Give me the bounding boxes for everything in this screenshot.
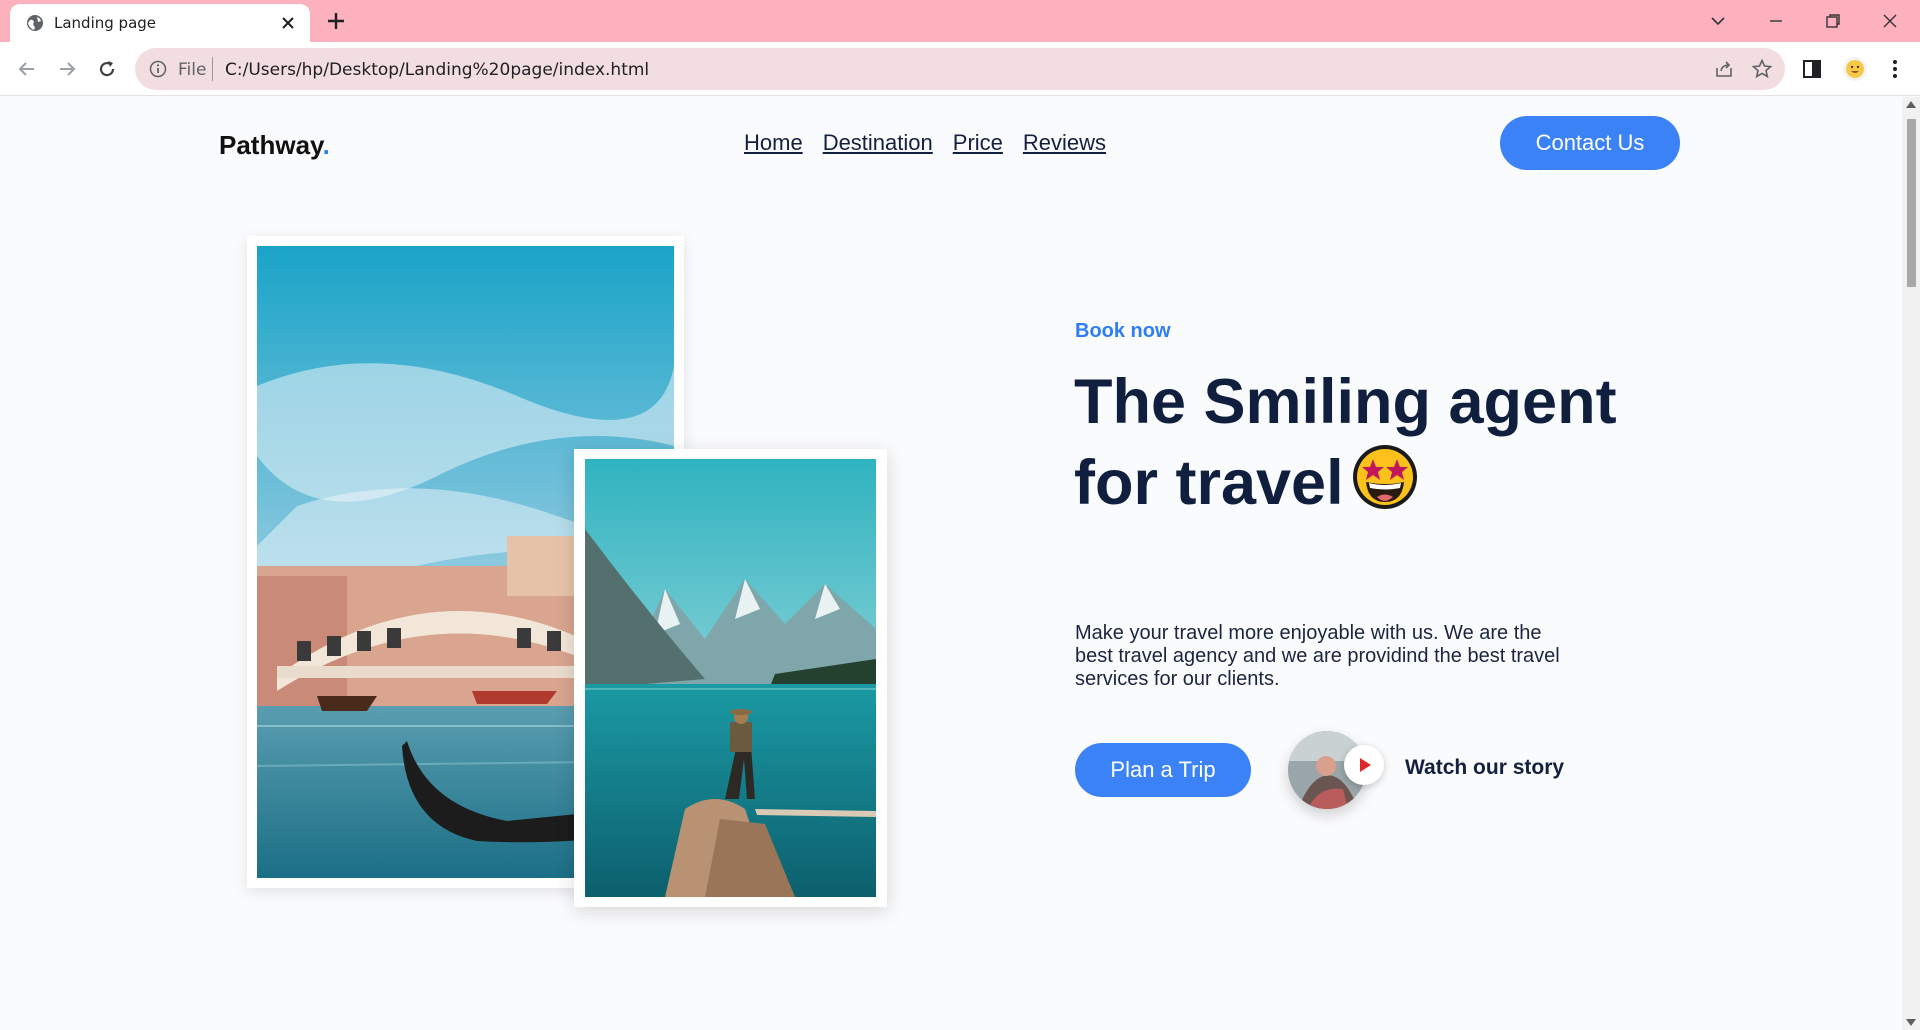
watch-story-label: Watch our story: [1405, 756, 1565, 779]
star-icon[interactable]: [1751, 58, 1773, 80]
more-menu-icon[interactable]: [1882, 56, 1908, 82]
forward-icon[interactable]: [55, 57, 79, 81]
restore-icon[interactable]: [1821, 9, 1845, 33]
omnibox[interactable]: File C:/Users/hp/Desktop/Landing%20page/…: [135, 48, 1785, 90]
scroll-up-arrow-icon[interactable]: [1906, 101, 1916, 108]
globe-icon: [27, 15, 43, 31]
close-window-icon[interactable]: [1878, 9, 1902, 33]
minimize-icon[interactable]: [1764, 9, 1788, 33]
nav-link-home[interactable]: Home: [744, 130, 803, 156]
logo-text: Pathway: [219, 130, 323, 160]
reload-icon[interactable]: [95, 57, 119, 81]
logo-dot: .: [322, 130, 330, 160]
plan-a-trip-button[interactable]: Plan a Trip: [1075, 743, 1251, 797]
nav-link-price[interactable]: Price: [953, 130, 1003, 156]
scroll-down-arrow-icon[interactable]: [1906, 1019, 1916, 1026]
close-tab-icon[interactable]: [280, 15, 296, 31]
tab-search-icon[interactable]: [1706, 9, 1730, 33]
mountain-lake-photo: [585, 459, 876, 897]
hero-description: Make your travel more enjoyable with us.…: [1075, 622, 1560, 690]
tab-strip: Landing page: [0, 0, 1920, 42]
main-nav: Home Destination Price Reviews: [744, 130, 1106, 156]
contact-us-button[interactable]: Contact Us: [1500, 116, 1680, 170]
nav-link-destination[interactable]: Destination: [823, 130, 933, 156]
url-scheme-label: File: [178, 60, 207, 80]
landing-page: Pathway. Home Destination Price Reviews …: [0, 97, 1902, 1030]
back-icon[interactable]: [15, 57, 39, 81]
site-logo[interactable]: Pathway.: [219, 130, 330, 161]
hero-headline: The Smiling agent for travel: [1074, 362, 1634, 523]
headline-text: The Smiling agent for travel: [1074, 367, 1617, 518]
profile-avatar-icon[interactable]: [1842, 56, 1868, 82]
address-toolbar: File C:/Users/hp/Desktop/Landing%20page/…: [0, 42, 1920, 96]
nav-link-reviews[interactable]: Reviews: [1023, 130, 1106, 156]
watch-story-link[interactable]: Watch our story: [1288, 731, 1568, 811]
new-tab-icon[interactable]: [326, 11, 346, 31]
play-icon[interactable]: [1344, 745, 1384, 785]
share-icon[interactable]: [1713, 58, 1735, 80]
page-scrollbar[interactable]: [1902, 97, 1920, 1030]
book-now-label: Book now: [1075, 320, 1171, 342]
tab-title: Landing page: [54, 14, 157, 32]
url-text[interactable]: C:/Users/hp/Desktop/Landing%20page/index…: [225, 60, 649, 80]
info-icon[interactable]: [149, 60, 167, 78]
scroll-thumb[interactable]: [1907, 119, 1916, 287]
url-separator: [212, 57, 213, 81]
side-panel-icon[interactable]: [1799, 56, 1825, 82]
star-struck-emoji-icon: [1352, 445, 1417, 509]
browser-tab[interactable]: Landing page: [10, 4, 310, 42]
mountain-lake-photo-frame: [574, 449, 887, 907]
